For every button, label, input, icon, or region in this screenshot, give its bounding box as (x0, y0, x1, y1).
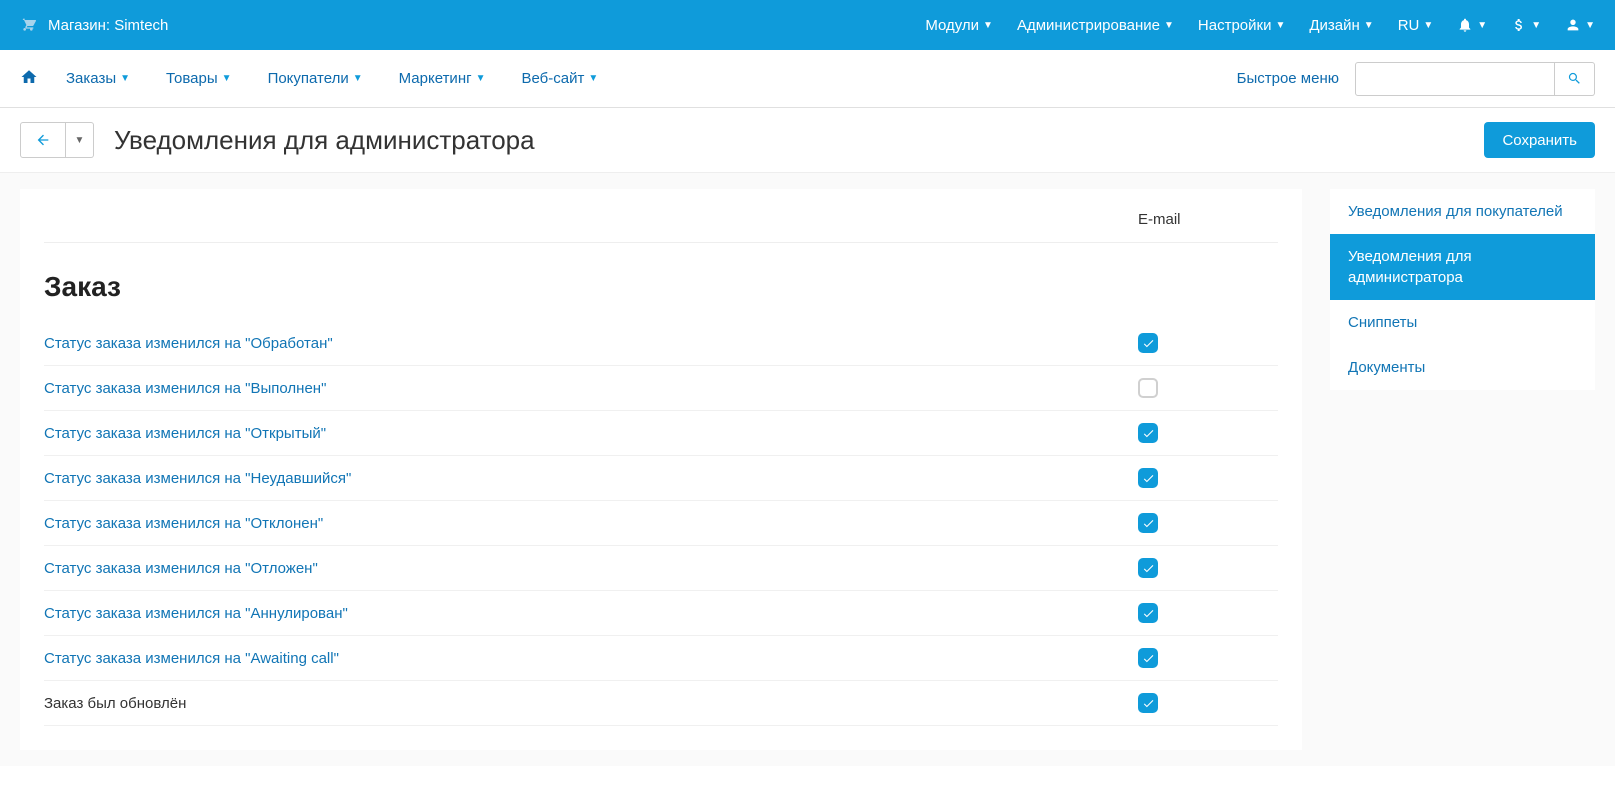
topnav-modules[interactable]: Модули▼ (925, 17, 993, 34)
search-button[interactable] (1555, 62, 1595, 96)
notification-row: Заказ был обновлён (44, 681, 1278, 726)
bell-icon[interactable]: ▼ (1457, 17, 1487, 33)
email-checkbox[interactable] (1138, 468, 1158, 488)
notification-label[interactable]: Статус заказа изменился на "Обработан" (44, 335, 1138, 352)
nav-products[interactable]: Товары▼ (166, 70, 232, 87)
notification-row: Статус заказа изменился на "Обработан" (44, 321, 1278, 366)
topbar: Магазин: Simtech Модули▼ Администрирован… (0, 0, 1615, 50)
notification-label[interactable]: Статус заказа изменился на "Неудавшийся" (44, 470, 1138, 487)
notification-row: Статус заказа изменился на "Отложен" (44, 546, 1278, 591)
topnav-settings[interactable]: Настройки▼ (1198, 17, 1285, 34)
notification-label: Заказ был обновлён (44, 695, 1138, 712)
notification-row: Статус заказа изменился на "Выполнен" (44, 366, 1278, 411)
sidebar-item[interactable]: Документы (1330, 345, 1595, 390)
sidebar-item[interactable]: Уведомления для покупателей (1330, 189, 1595, 234)
save-button[interactable]: Сохранить (1484, 122, 1595, 158)
notification-label[interactable]: Статус заказа изменился на "Отложен" (44, 560, 1138, 577)
notification-row: Статус заказа изменился на "Аннулирован" (44, 591, 1278, 636)
back-dropdown[interactable]: ▼ (66, 122, 94, 158)
email-checkbox[interactable] (1138, 333, 1158, 353)
page-title: Уведомления для администратора (114, 125, 535, 156)
notification-label[interactable]: Статус заказа изменился на "Открытый" (44, 425, 1138, 442)
column-email: E-mail (1138, 211, 1278, 228)
notification-label[interactable]: Статус заказа изменился на "Аннулирован" (44, 605, 1138, 622)
email-checkbox[interactable] (1138, 603, 1158, 623)
user-icon[interactable]: ▼ (1565, 17, 1595, 33)
email-checkbox[interactable] (1138, 513, 1158, 533)
currency-icon[interactable]: ▼ (1511, 17, 1541, 33)
titlebar: ▼ Уведомления для администратора Сохрани… (0, 108, 1615, 173)
email-checkbox[interactable] (1138, 378, 1158, 398)
email-checkbox[interactable] (1138, 558, 1158, 578)
email-checkbox[interactable] (1138, 423, 1158, 443)
topnav-admin[interactable]: Администрирование▼ (1017, 17, 1174, 34)
notification-row: Статус заказа изменился на "Отклонен" (44, 501, 1278, 546)
notification-label[interactable]: Статус заказа изменился на "Awaiting cal… (44, 650, 1138, 667)
sidebar: Уведомления для покупателейУведомления д… (1330, 189, 1595, 390)
topnav-design[interactable]: Дизайн▼ (1309, 17, 1373, 34)
cart-icon (20, 16, 36, 35)
section-title: Заказ (44, 243, 1278, 321)
main-panel: E-mail Заказ Статус заказа изменился на … (20, 189, 1302, 750)
notification-row: Статус заказа изменился на "Awaiting cal… (44, 636, 1278, 681)
email-checkbox[interactable] (1138, 693, 1158, 713)
notification-row: Статус заказа изменился на "Открытый" (44, 411, 1278, 456)
nav-orders[interactable]: Заказы▼ (66, 70, 130, 87)
notification-row: Статус заказа изменился на "Неудавшийся" (44, 456, 1278, 501)
notification-label[interactable]: Статус заказа изменился на "Выполнен" (44, 380, 1138, 397)
back-button[interactable] (20, 122, 66, 158)
home-icon[interactable] (20, 68, 38, 89)
sidebar-item[interactable]: Уведомления для администратора (1330, 234, 1595, 300)
nav-customers[interactable]: Покупатели▼ (268, 70, 363, 87)
store-label[interactable]: Магазин: Simtech (48, 17, 168, 34)
notification-label[interactable]: Статус заказа изменился на "Отклонен" (44, 515, 1138, 532)
email-checkbox[interactable] (1138, 648, 1158, 668)
search-input[interactable] (1355, 62, 1555, 96)
nav-marketing[interactable]: Маркетинг▼ (399, 70, 486, 87)
secondnav: Заказы▼ Товары▼ Покупатели▼ Маркетинг▼ В… (0, 50, 1615, 108)
nav-website[interactable]: Веб-сайт▼ (521, 70, 598, 87)
quick-menu[interactable]: Быстрое меню (1237, 70, 1339, 87)
sidebar-item[interactable]: Сниппеты (1330, 300, 1595, 345)
topnav-lang[interactable]: RU▼ (1398, 17, 1434, 34)
